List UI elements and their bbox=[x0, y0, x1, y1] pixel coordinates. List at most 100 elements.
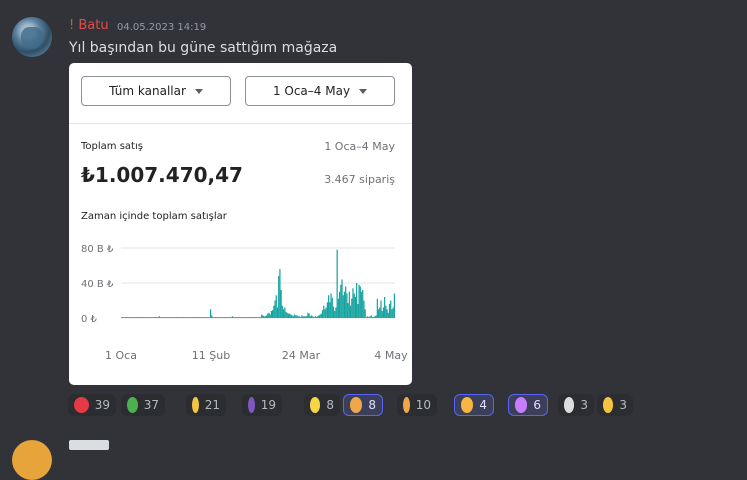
chart-bar bbox=[151, 317, 153, 318]
chart-bar bbox=[265, 315, 268, 318]
chart-bar bbox=[385, 305, 387, 318]
chart-bar bbox=[136, 317, 139, 318]
chart-bar bbox=[281, 305, 283, 318]
reaction-face-hand[interactable]: 10 bbox=[397, 394, 437, 416]
orders-count: 3.467 sipariş bbox=[324, 173, 395, 186]
chart-bar bbox=[121, 317, 123, 318]
chart-bar bbox=[360, 291, 363, 318]
chart-bar bbox=[206, 317, 208, 318]
chart-bar bbox=[196, 317, 198, 318]
chart-bar bbox=[166, 317, 168, 318]
chart-bar bbox=[127, 317, 129, 318]
channels-dropdown[interactable]: Tüm kanallar bbox=[81, 76, 231, 106]
chart-bar bbox=[200, 317, 202, 318]
reaction-crown[interactable]: 21 bbox=[186, 394, 226, 416]
reaction-chick[interactable]: 8 bbox=[304, 394, 340, 416]
chart-bar bbox=[140, 317, 142, 318]
chart-bar bbox=[289, 313, 291, 318]
chart-bar bbox=[167, 317, 169, 318]
chart-bar bbox=[263, 316, 265, 318]
chart-bar bbox=[370, 315, 372, 318]
chart-bar bbox=[335, 307, 337, 318]
reaction-sunglasses[interactable]: 3 bbox=[597, 394, 633, 416]
chick-emoji-icon bbox=[310, 397, 321, 413]
chart-title: Zaman içinde toplam satışlar bbox=[81, 211, 227, 222]
chart-bar bbox=[358, 284, 360, 318]
chart-bar bbox=[262, 315, 264, 318]
sales-chart: 80 B ₺ 40 B ₺ 0 ₺ 1 Oca 11 Şub 24 Mar 4 May bbox=[81, 244, 408, 362]
chart-bar bbox=[181, 317, 184, 318]
unicorn-emoji-icon bbox=[515, 397, 528, 413]
chart-bar bbox=[384, 297, 386, 318]
chart-bar bbox=[290, 314, 292, 318]
chart-bar bbox=[159, 317, 162, 318]
chart-bar bbox=[320, 313, 322, 318]
chart-bar bbox=[209, 309, 212, 318]
chart-bar bbox=[382, 307, 385, 318]
chart-bar bbox=[142, 317, 145, 318]
chart-bar bbox=[330, 293, 332, 318]
chart-bar bbox=[218, 317, 220, 318]
chart-bar bbox=[134, 317, 136, 318]
chart-bar bbox=[245, 317, 247, 318]
chart-bar bbox=[325, 307, 327, 318]
chart-bar bbox=[374, 316, 376, 318]
chart-bar bbox=[310, 315, 313, 318]
chart-bar bbox=[340, 284, 342, 318]
message-timestamp: 04.05.2023 14:19 bbox=[117, 22, 207, 33]
chart-bar bbox=[347, 303, 349, 318]
chart-bar bbox=[388, 304, 391, 318]
chart-bar bbox=[346, 293, 348, 318]
chart-bar bbox=[186, 317, 188, 318]
chart-bar bbox=[393, 293, 395, 318]
reaction-face-hand[interactable]: 8 bbox=[343, 394, 383, 416]
chart-bar bbox=[184, 317, 186, 318]
chart-bar bbox=[168, 317, 170, 318]
chart-bar bbox=[236, 317, 238, 318]
chart-bar bbox=[341, 279, 343, 318]
chart-bar bbox=[318, 315, 320, 318]
user-avatar[interactable] bbox=[12, 17, 52, 57]
chart-bar bbox=[251, 317, 253, 318]
reaction-count: 8 bbox=[326, 398, 334, 412]
reaction-count: 19 bbox=[260, 398, 276, 412]
x-tick-label: 11 Şub bbox=[192, 349, 230, 362]
next-username[interactable] bbox=[69, 440, 109, 450]
chart-bar bbox=[352, 288, 354, 318]
chart-bar bbox=[195, 317, 197, 318]
chart-bar bbox=[233, 317, 235, 318]
chart-bar bbox=[293, 314, 296, 318]
chart-bar bbox=[129, 317, 131, 318]
reaction-cold-sweat[interactable]: 4 bbox=[454, 394, 494, 416]
chart-bar bbox=[212, 317, 214, 318]
chart-bar bbox=[138, 317, 140, 318]
chart-bar bbox=[180, 317, 182, 318]
chart-bar bbox=[298, 316, 301, 318]
username[interactable]: ! Batu bbox=[69, 18, 109, 33]
channels-dropdown-label: Tüm kanallar bbox=[109, 84, 186, 98]
chart-bar bbox=[306, 316, 308, 318]
reaction-unicorn[interactable]: 6 bbox=[508, 394, 548, 416]
sales-screenshot-card[interactable]: Tüm kanallar 1 Oca–4 May Toplam satış 1 … bbox=[69, 63, 412, 385]
chart-bar bbox=[254, 317, 257, 318]
chart-bar bbox=[219, 317, 221, 318]
chart-bar bbox=[153, 317, 156, 318]
reaction-rocket[interactable]: 19 bbox=[242, 394, 282, 416]
chart-bar bbox=[226, 317, 229, 318]
chart-bar bbox=[177, 317, 179, 318]
date-range-dropdown[interactable]: 1 Oca–4 May bbox=[245, 76, 395, 106]
reaction-count: 21 bbox=[204, 398, 220, 412]
reaction-100[interactable]: 39 bbox=[68, 394, 116, 416]
reaction-goat[interactable]: 3 bbox=[558, 394, 594, 416]
chart-bar bbox=[252, 317, 254, 318]
chart-bar bbox=[223, 317, 225, 318]
reaction-money[interactable]: 37 bbox=[121, 394, 165, 416]
chart-bar bbox=[163, 317, 165, 318]
chart-bar bbox=[365, 317, 367, 318]
chart-bar bbox=[312, 316, 314, 318]
chart-bar bbox=[366, 316, 369, 318]
chart-bar bbox=[258, 317, 260, 318]
chart-bar bbox=[257, 317, 259, 318]
next-user-avatar[interactable] bbox=[12, 440, 52, 480]
chart-bar bbox=[144, 317, 146, 318]
